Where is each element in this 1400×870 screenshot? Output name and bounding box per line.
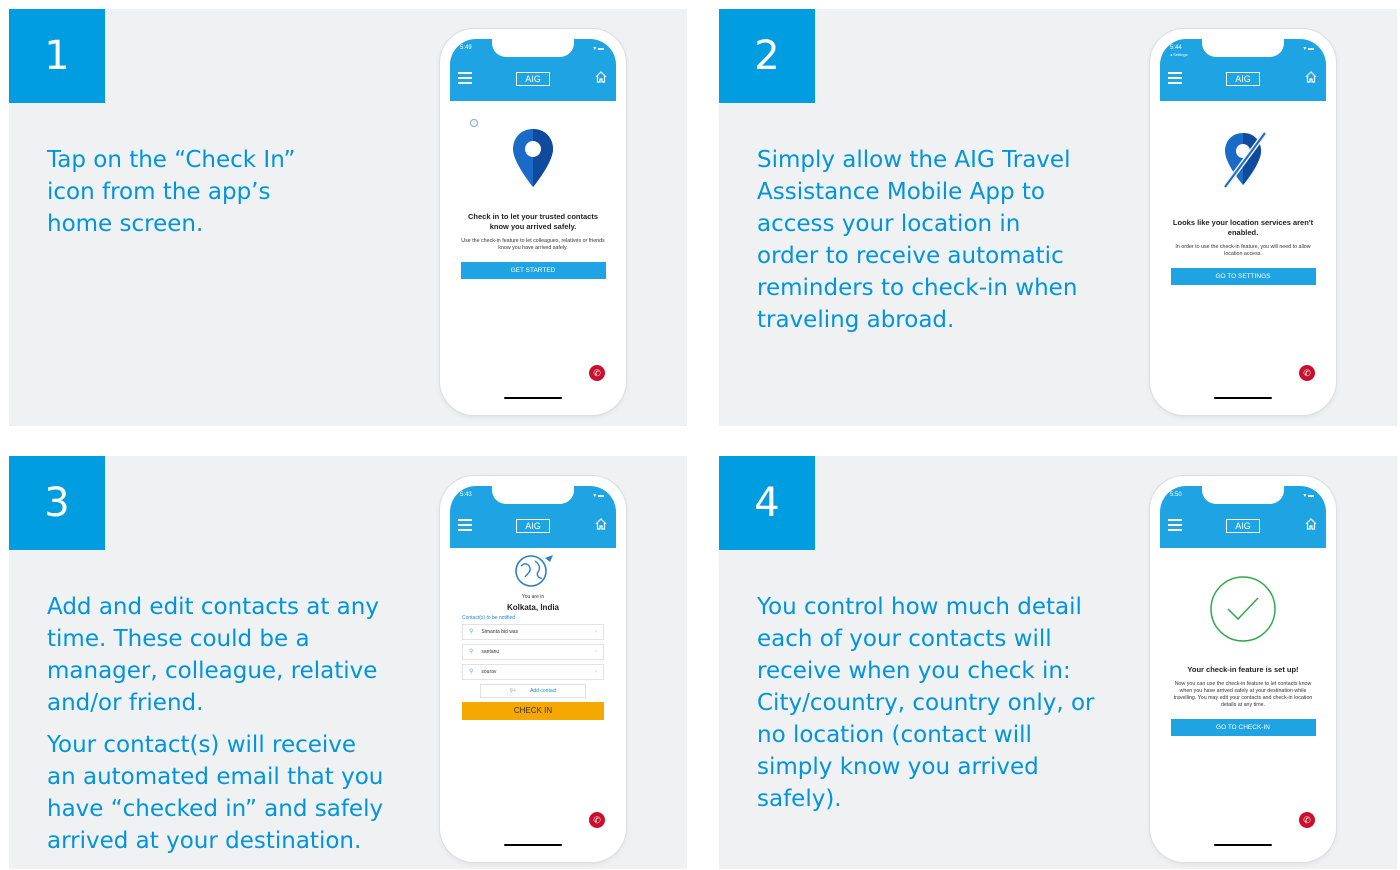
phone-mockup: 5:49 ▾ ▬ AIG i Check in to let your trus… [440,29,626,415]
user-icon: ⚲ [469,669,474,675]
step-description: Simply allow the AIG Travel Assistance M… [757,147,1078,333]
menu-icon[interactable] [1168,72,1182,84]
info-icon[interactable]: i [470,119,478,127]
aig-logo: AIG [516,519,550,533]
you-are-in-label: You are in [521,594,545,600]
go-to-settings-button[interactable]: GO TO SETTINGS [1170,268,1316,285]
phone-notch [492,39,574,57]
home-icon[interactable] [1304,70,1318,84]
phone-icon[interactable]: ✆ [589,812,605,828]
app-bar: 5:50 ▾ ▬ AIG [1160,486,1326,548]
aig-logo: AIG [1226,519,1260,533]
screen-content: i Check in to let your trusted contacts … [450,101,616,405]
chevron-right-icon: › [595,649,597,655]
home-icon[interactable] [594,517,608,531]
home-icon[interactable] [594,70,608,84]
phone-icon[interactable]: ✆ [589,365,605,381]
home-indicator [1214,397,1272,399]
menu-icon[interactable] [458,519,472,531]
phone-screen: 5:44 ◂ Settings ▾ ▬ AIG Looks like your … [1160,39,1326,405]
menu-icon[interactable] [1168,519,1182,531]
screen-heading: Your check-in feature is set up! [1187,665,1299,674]
phone-icon[interactable]: ✆ [1299,812,1315,828]
app-bar: 5:44 ◂ Settings ▾ ▬ AIG [1160,39,1326,101]
phone-icon[interactable]: ✆ [1299,365,1315,381]
chevron-right-icon: › [595,669,597,675]
home-indicator [504,397,562,399]
step-number: 4 [719,456,815,550]
phone-notch [1202,39,1284,57]
phone-screen: 5:43 ▾ ▬ AIG You are in Kolkata, India C… [450,486,616,852]
status-time: 5:50 [1170,492,1182,498]
status-time: 5:49 [460,45,472,51]
step-number: 2 [719,9,815,103]
contact-row[interactable]: ⚲ santanu › [462,644,604,660]
aig-logo: AIG [516,72,550,86]
screen-content: Looks like your location services aren't… [1160,101,1326,405]
step-description: You control how much detail each of your… [757,594,1095,812]
step-number: 1 [9,9,105,103]
step-1-panel: 1 Tap on the “Check In” icon from the ap… [9,9,687,426]
chevron-right-icon: › [595,629,597,635]
step-2-panel: 2 Simply allow the AIG Travel Assistance… [719,9,1397,426]
status-icons: ▾ ▬ [593,46,604,52]
contact-row[interactable]: ⚲ sourav › [462,664,604,680]
screen-body: Now you can use the check-in feature to … [1173,681,1313,708]
status-time: 5:44 [1170,45,1182,51]
current-city: Kolkata, India [506,603,559,612]
location-off-icon [1222,131,1268,189]
menu-icon[interactable] [458,72,472,84]
step-number: 3 [9,456,105,550]
step-3-panel: 3 Add and edit contacts at any time. The… [9,456,687,869]
screen-content: You are in Kolkata, India Contact(s) to … [450,548,616,852]
back-to-settings[interactable]: ◂ Settings [1170,52,1188,57]
status-icons: ▾ ▬ [593,493,604,499]
phone-mockup: 5:43 ▾ ▬ AIG You are in Kolkata, India C… [440,476,626,862]
user-icon: ⚲ [469,629,474,635]
phone-notch [1202,486,1284,504]
go-to-check-in-button[interactable]: GO TO CHECK-IN [1170,719,1316,736]
screen-heading: Looks like your location services aren't… [1172,218,1314,237]
add-contact-button[interactable]: ⚲+ Add contact [480,684,586,698]
app-bar: 5:49 ▾ ▬ AIG [450,39,616,101]
screen-content: Your check-in feature is set up! Now you… [1160,548,1326,852]
app-bar: 5:43 ▾ ▬ AIG [450,486,616,548]
phone-notch [492,486,574,504]
screen-body: Use the check-in feature to let colleagu… [461,238,605,251]
get-started-button[interactable]: GET STARTED [460,262,606,279]
contacts-label: Contact(s) to be notified [462,615,516,621]
screen-body: In order to use the check-in feature, yo… [1175,244,1311,257]
status-icons: ▾ ▬ [1303,46,1314,52]
phone-screen: 5:50 ▾ ▬ AIG Your check-in feature is se… [1160,486,1326,852]
screen-heading: Check in to let your trusted contacts kn… [467,212,599,231]
globe-icon [515,555,553,587]
check-in-button[interactable]: CHECK IN [462,702,604,720]
home-indicator [504,844,562,846]
status-icons: ▾ ▬ [1303,493,1314,499]
add-user-icon: ⚲+ [509,688,517,694]
phone-mockup: 5:44 ◂ Settings ▾ ▬ AIG Looks like your … [1150,29,1336,415]
phone-mockup: 5:50 ▾ ▬ AIG Your check-in feature is se… [1150,476,1336,862]
contact-row[interactable]: ⚲ Simanta bid was › [462,624,604,640]
step-description: Tap on the “Check In” icon from the app’… [47,147,296,237]
user-icon: ⚲ [469,649,474,655]
home-icon[interactable] [1304,517,1318,531]
status-time: 5:43 [460,492,472,498]
checkmark-circle-icon [1210,576,1276,642]
home-indicator [1214,844,1272,846]
phone-screen: 5:49 ▾ ▬ AIG i Check in to let your trus… [450,39,616,405]
aig-logo: AIG [1226,72,1260,86]
step-description: Add and edit contacts at any time. These… [47,594,384,854]
location-pin-icon [513,129,553,187]
step-4-panel: 4 You control how much detail each of yo… [719,456,1397,869]
